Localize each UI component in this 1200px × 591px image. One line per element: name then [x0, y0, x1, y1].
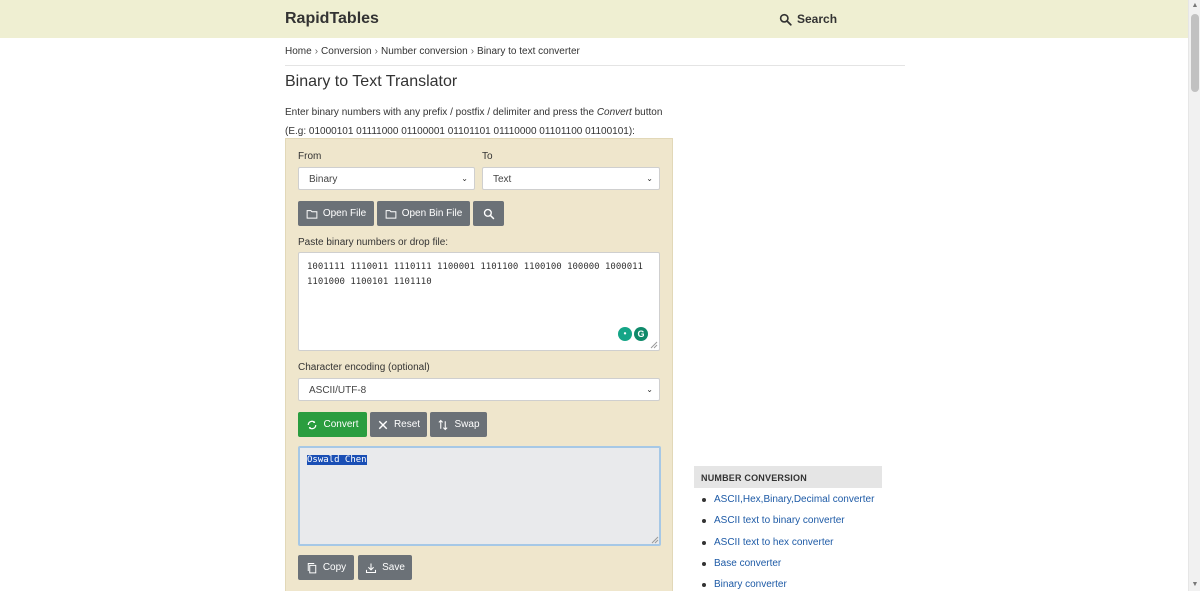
convert-button[interactable]: Convert — [298, 412, 367, 437]
breadcrumb-separator: › — [374, 46, 378, 57]
page-title: Binary to Text Translator — [285, 73, 458, 90]
resize-handle-icon[interactable] — [651, 536, 659, 544]
grammarly-widget[interactable]: • G — [618, 327, 648, 341]
search-button[interactable] — [473, 201, 504, 226]
folder-icon — [385, 209, 397, 219]
convert-label: Convert — [323, 419, 359, 430]
to-label: To — [482, 151, 493, 162]
swap-arrows-icon — [438, 419, 448, 430]
folder-icon — [306, 209, 318, 219]
breadcrumb-current[interactable]: Binary to text converter — [477, 46, 580, 57]
breadcrumb-conversion[interactable]: Conversion — [321, 46, 372, 57]
breadcrumb: Home › Conversion › Number conversion › Binary… — [285, 46, 905, 66]
bullet-icon — [702, 519, 706, 524]
chevron-down-icon: ⌄ — [461, 174, 468, 183]
paste-label: Paste binary numbers or drop file: — [298, 237, 449, 248]
reset-label: Reset — [393, 419, 421, 430]
refresh-icon — [308, 420, 317, 429]
top-bar: RapidTables Search — [0, 0, 1188, 38]
open-bin-file-button[interactable]: Open Bin File — [377, 201, 470, 226]
scroll-down-arrow-icon[interactable]: ▼ — [1189, 579, 1200, 591]
bullet-icon — [702, 540, 706, 545]
sidebar-heading: NUMBER CONVERSION — [694, 466, 882, 488]
resize-handle-icon[interactable] — [650, 341, 658, 349]
bullet-icon — [702, 561, 706, 566]
bullet-icon — [702, 498, 706, 502]
copy-label: Copy — [322, 562, 347, 573]
list-item: ASCII text to binary converter — [700, 515, 874, 536]
search-label: Search — [797, 12, 838, 26]
from-select[interactable]: Binary ⌄ — [298, 167, 475, 190]
list-item: Binary converter — [700, 579, 874, 591]
breadcrumb-number-conversion[interactable]: Number conversion — [381, 46, 468, 57]
from-select-value: Binary — [309, 174, 338, 185]
bullet-icon — [702, 583, 706, 588]
page-description: Enter binary numbers with any prefix / p… — [285, 103, 662, 141]
close-icon — [378, 420, 388, 429]
sidebar-link-ascii-hex-binary-decimal[interactable]: ASCII,Hex,Binary,Decimal converter — [714, 494, 874, 505]
site-logo[interactable]: RapidTables — [285, 10, 379, 28]
sidebar-link-ascii-to-hex[interactable]: ASCII text to hex converter — [714, 537, 834, 548]
text-output[interactable]: Oswald Chen — [298, 446, 661, 546]
search-icon — [483, 208, 494, 219]
binary-input[interactable]: 1001111 1110011 1110111 1100001 1101100 … — [298, 252, 660, 351]
page-scrollbar[interactable]: ▲ ▼ — [1188, 0, 1200, 591]
sidebar-link-binary-converter[interactable]: Binary converter — [714, 579, 787, 590]
scroll-up-arrow-icon[interactable]: ▲ — [1189, 0, 1200, 12]
description-text: Enter binary numbers with any prefix / p… — [285, 107, 597, 118]
list-item: ASCII,Hex,Binary,Decimal converter — [700, 494, 874, 515]
description-text-end: button — [631, 107, 663, 118]
save-button[interactable]: Save — [358, 555, 412, 580]
chevron-down-icon: ⌄ — [646, 385, 653, 394]
sidebar-link-ascii-to-binary[interactable]: ASCII text to binary converter — [714, 515, 845, 526]
to-select-value: Text — [493, 174, 512, 185]
encoding-select-value: ASCII/UTF-8 — [309, 385, 367, 396]
list-item: Base converter — [700, 558, 874, 579]
scroll-thumb[interactable] — [1191, 14, 1199, 92]
copy-icon — [307, 562, 317, 573]
from-label: From — [298, 151, 322, 162]
chevron-down-icon: ⌄ — [646, 174, 653, 183]
breadcrumb-separator: › — [314, 46, 319, 57]
search-icon — [779, 13, 792, 26]
swap-label: Swap — [454, 419, 480, 430]
open-file-label: Open File — [322, 208, 367, 219]
output-selected-text: Oswald Chen — [307, 455, 367, 465]
save-label: Save — [382, 562, 405, 573]
copy-button[interactable]: Copy — [298, 555, 354, 580]
search-link[interactable]: Search — [779, 12, 837, 26]
download-icon — [366, 563, 377, 573]
grammarly-logo-icon[interactable]: G — [634, 327, 648, 341]
reset-button[interactable]: Reset — [370, 412, 427, 437]
sidebar-links: ASCII,Hex,Binary,Decimal converter ASCII… — [700, 494, 874, 591]
sidebar-link-base-converter[interactable]: Base converter — [714, 558, 781, 569]
description-emphasis: Convert — [596, 107, 632, 118]
to-select[interactable]: Text ⌄ — [482, 167, 660, 190]
encoding-select[interactable]: ASCII/UTF-8 ⌄ — [298, 378, 660, 401]
lightbulb-icon[interactable]: • — [618, 327, 632, 341]
list-item: ASCII text to hex converter — [700, 537, 874, 558]
swap-button[interactable]: Swap — [430, 412, 487, 437]
breadcrumb-home[interactable]: Home — [285, 46, 312, 57]
breadcrumb-separator: › — [470, 46, 475, 57]
open-file-button[interactable]: Open File — [298, 201, 374, 226]
encoding-label: Character encoding (optional) — [298, 362, 430, 373]
open-bin-file-label: Open Bin File — [401, 208, 463, 219]
